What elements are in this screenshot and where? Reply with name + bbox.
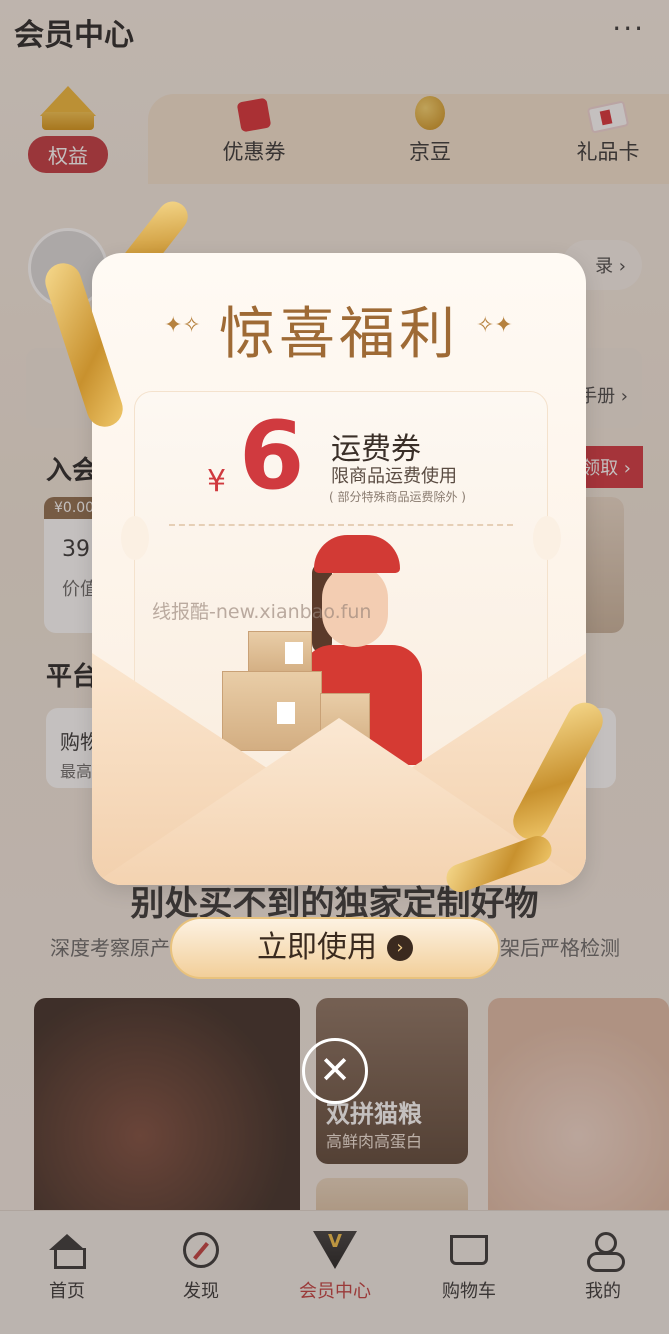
ticket-notch [533,516,561,560]
ticket-divider [169,524,513,526]
surprise-welfare-modal: ✦✧ ✧✦ 惊喜福利 ¥ 6 运费券 限商品运费使用 ( 部分特殊商品运费除外 … [92,253,586,885]
use-now-button[interactable]: 立即使用 › [170,917,500,979]
close-icon[interactable]: ✕ [302,1038,368,1104]
modal-title: 惊喜福利 [219,302,459,367]
arrow-right-icon: › [387,935,413,961]
ticket-notch [121,516,149,560]
coupon-note: ( 部分特殊商品运费除外 ) [329,490,466,504]
coupon-desc: 限商品运费使用 [331,466,457,487]
coupon-amount: 6 [239,402,305,511]
coupon-currency: ¥ [207,464,227,499]
watermark-text: 线报酷-new.xianbao.fun [152,601,372,623]
use-now-label: 立即使用 [257,930,377,965]
